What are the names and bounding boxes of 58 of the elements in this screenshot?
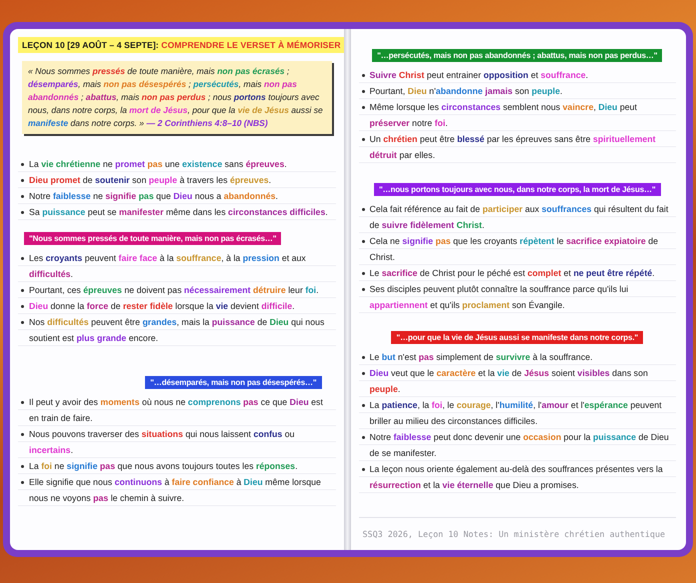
bullet-text: Dieu donne la force de rester fidèle lorsque la vie devient difficile.	[29, 300, 296, 313]
bullet-text: Nous pouvons traverser des situations qui nous laissent confus ou incertains.	[29, 428, 296, 457]
bullet-dot-icon	[21, 179, 24, 182]
bullet-text: Un chrétien peut être blessé par les épreuves sans être spirituellement détruit par elles.	[370, 133, 657, 162]
bullet-text: Les croyants peuvent faire face à la souffrance, à la pression et aux difficultés.	[29, 252, 307, 281]
bullet-text: Dieu promet de soutenir son peuple à travers les épreuves.	[29, 174, 272, 187]
bullet-text: La leçon nous oriente également au-delà des souffrances présentes vers la résurrection et la vie éternelle que Dieu a promises.	[370, 463, 664, 492]
bullet-dot-icon	[362, 272, 364, 275]
bullet-text: Pourtant, Dieu n'abandonne jamais son peuple.	[370, 85, 564, 98]
bullet-text: Cela fait référence au fait de participer aux souffrances qui résultent du fait de suivre fidèlement Christ.	[370, 203, 670, 232]
bullet-text: Même lorsque les circonstances semblent nous vaincre, Dieu peut préserver notre foi.	[370, 101, 638, 130]
bullet-text: Cela ne signifie pas que les croyants répètent le sacrifice expiatoire de Christ.	[370, 235, 660, 264]
bullet-dot-icon	[362, 138, 364, 141]
bullet-dot-icon	[362, 74, 364, 77]
bullet-text: La foi ne signifie pas que nous avons toujours toutes les réponses.	[29, 460, 299, 473]
bullet-dot-icon	[21, 401, 24, 404]
bullet-text: Notre faiblesse ne signifie pas que Dieu nous a abandonnés.	[29, 190, 279, 203]
bullet-dot-icon	[21, 465, 24, 468]
bullet-dot-icon	[362, 436, 364, 439]
bullet-dot-icon	[21, 195, 24, 198]
bullet-dot-icon	[21, 433, 24, 436]
bullet-dot-icon	[362, 468, 364, 471]
bullet-dot-icon	[21, 481, 24, 484]
lesson-title: LEÇON 10 [29 AOÛT – 4 SEPTE]: COMPRENDRE LE VERSET À MÉMORISER	[18, 37, 344, 53]
bullet-text: Nos difficultés peuvent être grandes, mais la puissance de Dieu qui nous soutient est plus grande encore.	[29, 316, 326, 345]
bullet-dot-icon	[362, 356, 364, 359]
bullet-text: Elle signifie que nous continuons à faire confiance à Dieu même lorsque nous ne voyons pas le chemin à suivre.	[29, 476, 322, 505]
section-heading: "Nous sommes pressés de toute manière, mais non pas écrasés…"	[24, 232, 282, 245]
memory-verse-quote: « Nous sommes pressés de toute manière, mais non pas écrasés ; désemparés, mais non pas désespérés ; persécutés, mais non pas abandonnés ; abattus, mais non pas perdus ; nous portons toujours avec nous, dans notre corps, la mort de Jésus, pour que la vie de Jésus aussi se manifeste dans notre corps. » — 2 Corinthiens 4:8–10 (NBS)	[22, 61, 332, 134]
bullet-dot-icon	[362, 208, 364, 211]
bullet-dot-icon	[362, 240, 364, 243]
bullet-text: Sa puissance peut se manifester même dans les circonstances difficiles.	[29, 206, 329, 219]
bullet-dot-icon	[21, 321, 24, 324]
bullet-dot-icon	[362, 106, 364, 109]
bullet-text: La vie chrétienne ne promet pas une existence sans épreuves.	[29, 158, 288, 171]
bullet-dot-icon	[362, 372, 364, 375]
section-heading: "…nous portons toujours avec nous, dans notre corps, la mort de Jésus…"	[374, 183, 661, 196]
bullet-text: Pourtant, ces épreuves ne doivent pas nécessairement détruire leur foi.	[29, 284, 320, 297]
bullet-dot-icon	[21, 289, 24, 292]
bullet-dot-icon	[362, 288, 364, 291]
bullet-text: La patience, la foi, le courage, l'humilité, l'amour et l'espérance peuvent briller au milieu des circonstances difficiles.	[370, 399, 663, 428]
bullet-dot-icon	[21, 257, 24, 260]
bullet-text: Dieu veut que le caractère et la vie de Jésus soient visibles dans son peuple.	[370, 367, 649, 396]
bullet-text: Suivre Christ peut entrainer opposition et souffrance.	[370, 69, 590, 82]
section-heading: "…pour que la vie de Jésus aussi se manifeste dans notre corps."	[391, 331, 644, 344]
bullet-dot-icon	[362, 404, 364, 407]
bullet-dot-icon	[21, 305, 24, 308]
section-heading: "…désemparés, mais non pas désespérés…"	[145, 376, 322, 389]
bullet-text: Le but n'est pas simplement de survivre à la souffrance.	[370, 351, 594, 364]
bullet-dot-icon	[362, 90, 364, 93]
bullet-text: Ses disciples peuvent plutôt connaître la souffrance parce qu'ils lui appartiennent et qu'ils proclament son Évangile.	[370, 283, 630, 312]
bullet-dot-icon	[21, 163, 24, 166]
section-heading: "…persécutés, mais non pas abandonnés ; abattus, mais non pas perdus…"	[372, 49, 662, 62]
bullet-text: Il peut y avoir des moments où nous ne comprenons pas ce que Dieu est en train de faire.	[29, 396, 324, 425]
footer-caption: SSQ3 2026, Leçon 10 Notes: Un ministère chrétien authentique	[362, 529, 666, 539]
bullet-text: Le sacrifice de Christ pour le péché est complet et ne peut être répété.	[370, 267, 656, 280]
bullet-dot-icon	[21, 211, 24, 214]
bullet-text: Notre faiblesse peut donc devenir une occasion pour la puissance de Dieu de se manifester.	[370, 431, 670, 460]
